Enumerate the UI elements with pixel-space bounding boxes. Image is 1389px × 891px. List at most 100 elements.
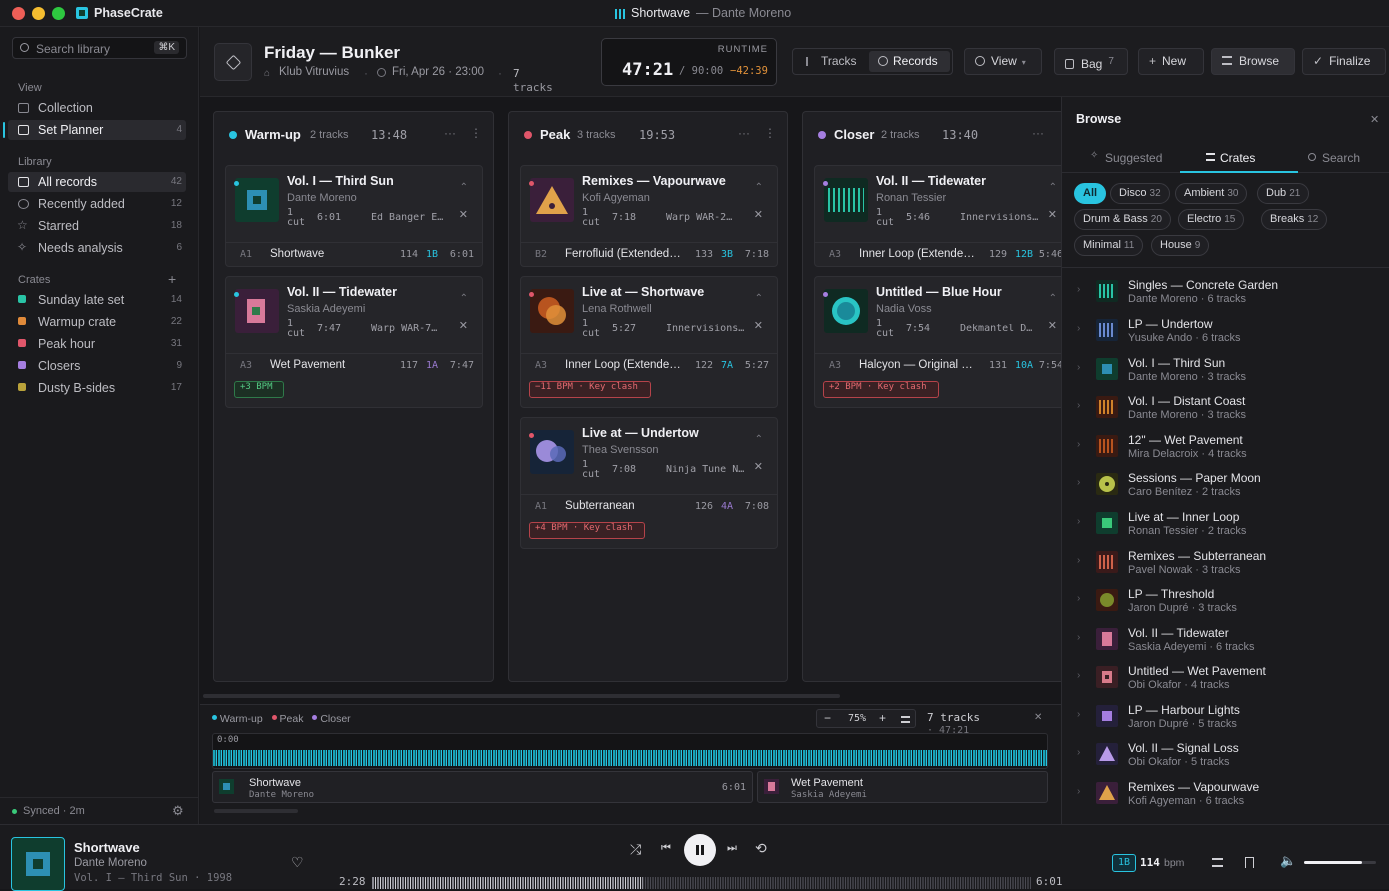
record-card[interactable]: Live at — Undertow Thea Svensson 1 cut 7:… (520, 417, 778, 549)
more-horizontal-icon[interactable]: ··· (444, 126, 456, 140)
track-row[interactable]: B2 Ferrofluid (Extended … 133 3B 7:18 (521, 242, 777, 266)
view-menu-button[interactable]: View ▾ (964, 48, 1042, 75)
drag-handle-icon[interactable]: ⋮ (764, 126, 776, 140)
collapse-chevron-icon[interactable]: ⌃ (1049, 182, 1057, 193)
more-horizontal-icon[interactable]: ··· (1032, 126, 1044, 140)
close-icon[interactable]: ✕ (1034, 712, 1042, 723)
sidebar-item-crate[interactable]: Peak hour 31 (8, 334, 186, 354)
tab-search[interactable]: Search (1308, 143, 1378, 173)
next-icon[interactable]: ⏭ (727, 842, 737, 855)
maximize-window-button[interactable] (52, 7, 65, 20)
close-window-button[interactable] (12, 7, 25, 20)
close-icon[interactable]: ✕ (1370, 113, 1379, 126)
repeat-icon[interactable]: ⟲ (755, 840, 767, 857)
remove-icon[interactable]: ✕ (1048, 208, 1057, 221)
queue-list-icon[interactable] (1212, 858, 1223, 867)
record-card[interactable]: Remixes — Vapourwave Kofi Agyeman 1 cut 7… (520, 165, 778, 267)
record-card[interactable]: Vol. II — Tidewater Ronan Tessier 1 cut 5… (814, 165, 1072, 267)
seg-records[interactable]: Records (869, 51, 950, 72)
pause-button[interactable] (684, 834, 716, 866)
seg-tracks[interactable]: Tracks (795, 51, 867, 72)
remove-icon[interactable]: ✕ (754, 319, 763, 332)
sidebar-item-all-records[interactable]: All records 42 (8, 172, 186, 192)
drag-handle-icon[interactable]: ⋮ (470, 126, 482, 140)
player-waveform-progress[interactable] (372, 877, 1032, 889)
group-name[interactable]: Warm-up (245, 127, 301, 142)
previous-icon[interactable]: ⏮ (661, 842, 671, 855)
shuffle-icon[interactable]: ⤮ (630, 841, 641, 858)
browse-toggle-button[interactable]: Browse (1211, 48, 1295, 75)
search-input[interactable]: Search library ⌘K (12, 37, 187, 59)
genre-chip[interactable]: Minimal 11 (1074, 235, 1144, 256)
release-item[interactable]: › Remixes — Vapourwave Kofi Agyeman · 6 tr… (1062, 776, 1389, 814)
zoom-out-button[interactable]: − (824, 711, 831, 725)
timeline-clip[interactable]: Wet Pavement Saskia Adeyemi (757, 771, 1048, 803)
collapse-chevron-icon[interactable]: ⌃ (1049, 293, 1057, 304)
release-item[interactable]: › Untitled — Wet Pavement Obi Okafor · 4 t… (1062, 660, 1389, 698)
release-item[interactable]: › Vol. II — Signal Loss Obi Okafor · 5 tra… (1062, 737, 1389, 775)
sidebar-item-crate[interactable]: Warmup crate 22 (8, 312, 186, 332)
add-crate-button[interactable]: + (168, 271, 176, 287)
sidebar-item-set-planner[interactable]: Set Planner 4 (3, 120, 186, 140)
track-row[interactable]: A3 Halcyon — Original … 131 10A 7:54 (815, 353, 1071, 377)
release-item[interactable]: › Sessions — Paper Moon Caro Benítez · 2 t… (1062, 467, 1389, 505)
sidebar-item-crate[interactable]: Closers 9 (8, 356, 186, 376)
track-row[interactable]: A3 Wet Pavement 117 1A 7:47 (226, 353, 482, 377)
release-item[interactable]: › Vol. II — Tidewater Saskia Adeyemi · 6 t… (1062, 622, 1389, 660)
settings-gear-icon[interactable]: ⚙ (172, 803, 184, 819)
fit-lines-icon[interactable] (901, 716, 910, 723)
minimize-window-button[interactable] (32, 7, 45, 20)
tab-crates[interactable]: Crates (1180, 143, 1298, 173)
track-row[interactable]: A3 Inner Loop (Extende… 129 12B 5:46 (815, 242, 1071, 266)
release-item[interactable]: › 12" — Wet Pavement Mira Delacroix · 4 tr… (1062, 429, 1389, 467)
record-card[interactable]: Untitled — Blue Hour Nadia Voss 1 cut 7:5… (814, 276, 1072, 408)
board-horizontal-scrollbar[interactable] (203, 694, 840, 698)
release-item[interactable]: › Vol. I — Distant Coast Dante Moreno · 3 … (1062, 390, 1389, 428)
genre-chip[interactable]: Ambient 30 (1175, 183, 1248, 204)
record-card[interactable]: Live at — Shortwave Lena Rothwell 1 cut 5… (520, 276, 778, 408)
sidebar-item-starred[interactable]: ☆ Starred 18 (8, 216, 186, 236)
remove-icon[interactable]: ✕ (459, 319, 468, 332)
genre-chip-all[interactable]: All (1074, 183, 1107, 204)
release-item[interactable]: › Singles — Concrete Garden Dante Moreno ·… (1062, 274, 1389, 312)
collapse-chevron-icon[interactable]: ⌃ (755, 293, 763, 304)
track-row[interactable]: A1 Subterranean 126 4A 7:08 (521, 494, 777, 518)
collapse-chevron-icon[interactable]: ⌃ (460, 293, 468, 304)
release-item[interactable]: › Vol. I — Third Sun Dante Moreno · 3 trac… (1062, 352, 1389, 390)
track-row[interactable]: A3 Inner Loop (Extended… 122 7A 5:27 (521, 353, 777, 377)
remove-icon[interactable]: ✕ (754, 208, 763, 221)
set-title[interactable]: Friday — Bunker (264, 43, 400, 63)
genre-chip[interactable]: Electro 15 (1178, 209, 1245, 230)
genre-chip[interactable]: Drum & Bass 20 (1074, 209, 1171, 230)
record-card[interactable]: Vol. I — Third Sun Dante Moreno 1 cut 6:0… (225, 165, 483, 267)
genre-chip[interactable]: House 9 (1151, 235, 1210, 256)
release-item[interactable]: › LP — Harbour Lights Jaron Dupré · 5 trac… (1062, 699, 1389, 737)
volume-icon[interactable]: 🔈 (1280, 853, 1296, 869)
group-name[interactable]: Peak (540, 127, 570, 142)
collapse-chevron-icon[interactable]: ⌃ (755, 182, 763, 193)
zoom-in-button[interactable]: + (879, 711, 886, 725)
release-item[interactable]: › Remixes — Subterranean Pavel Nowak · 3 t… (1062, 545, 1389, 583)
remove-icon[interactable]: ✕ (459, 208, 468, 221)
timeline-clip[interactable]: Shortwave Dante Moreno 6:01 (212, 771, 753, 803)
group-name[interactable]: Closer (834, 127, 874, 142)
genre-chip[interactable]: Breaks 12 (1261, 209, 1328, 230)
waveform-track[interactable]: 0:00 (212, 733, 1048, 769)
genre-chip[interactable]: Disco 32 (1110, 183, 1170, 204)
finalize-button[interactable]: ✓ Finalize (1302, 48, 1386, 75)
collapse-chevron-icon[interactable]: ⌃ (460, 182, 468, 193)
new-button[interactable]: + New (1138, 48, 1204, 75)
tab-suggested[interactable]: ✧ Suggested (1090, 143, 1182, 173)
release-item[interactable]: › LP — Threshold Jaron Dupré · 3 tracks (1062, 583, 1389, 621)
more-horizontal-icon[interactable]: ··· (738, 126, 750, 140)
remove-icon[interactable]: ✕ (754, 460, 763, 473)
remove-icon[interactable]: ✕ (1048, 319, 1057, 332)
heart-icon[interactable]: ♡ (291, 854, 304, 871)
release-item[interactable]: › LP — Undertow Yusuke Ando · 6 tracks (1062, 313, 1389, 351)
genre-chip[interactable]: Dub 21 (1257, 183, 1310, 204)
timeline-scrollbar[interactable] (214, 809, 298, 813)
track-row[interactable]: A1 Shortwave 114 1B 6:01 (226, 242, 482, 266)
sidebar-item-needs-analysis[interactable]: ✧ Needs analysis 6 (8, 238, 186, 258)
sidebar-item-collection[interactable]: Collection (8, 98, 186, 118)
sidebar-item-crate[interactable]: Sunday late set 14 (8, 290, 186, 310)
